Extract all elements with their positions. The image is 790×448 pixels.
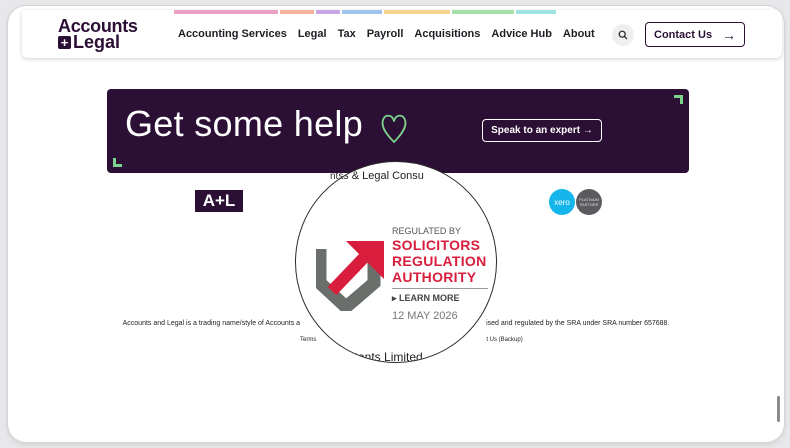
corner-accent-icon bbox=[113, 158, 122, 167]
banner-title: Get some help bbox=[125, 103, 364, 144]
sra-divider bbox=[392, 288, 488, 289]
contact-us-label: Contact Us bbox=[654, 28, 713, 41]
footer-link-backup[interactable]: t Us (Backup) bbox=[486, 337, 522, 343]
scrollbar[interactable] bbox=[777, 396, 780, 422]
nav-legal[interactable]: Legal bbox=[298, 28, 327, 40]
xero-logo: xero bbox=[549, 189, 575, 215]
corner-accent-icon bbox=[674, 95, 683, 104]
sra-badge[interactable]: nts & Legal Consu REGULATED BY SOLICITOR… bbox=[295, 161, 497, 363]
sra-learn-more-link[interactable]: ▸ LEARN MORE bbox=[392, 293, 460, 304]
logo-text-legal: Legal bbox=[73, 32, 121, 52]
nav-advice-hub[interactable]: Advice Hub bbox=[491, 28, 552, 40]
al-footer-logo[interactable]: A+L bbox=[195, 190, 243, 212]
sra-name: SOLICITORS REGULATION AUTHORITY bbox=[392, 237, 487, 285]
logo-plus-icon: + bbox=[58, 35, 71, 49]
nav-accounting-services[interactable]: Accounting Services bbox=[178, 28, 287, 40]
footer-link-terms[interactable]: Terms bbox=[300, 337, 316, 343]
heart-icon bbox=[381, 114, 407, 143]
arrow-right-icon: → bbox=[722, 26, 736, 43]
sra-badge-bottom-text: ltants Limited bbox=[352, 350, 423, 363]
partner-logos: xero PLATINUM PARTNER bbox=[549, 189, 602, 215]
platinum-partner-badge: PLATINUM PARTNER bbox=[576, 189, 602, 215]
header-color-strip bbox=[174, 10, 558, 14]
browser-window: Accounts + Legal Accounting Services Leg… bbox=[8, 6, 784, 442]
sra-regulated-by: REGULATED BY bbox=[392, 226, 461, 236]
search-icon bbox=[618, 30, 628, 40]
main-nav: Accounting Services Legal Tax Payroll Ac… bbox=[178, 28, 606, 40]
speak-to-expert-button[interactable]: Speak to an expert → bbox=[482, 119, 602, 142]
nav-about[interactable]: About bbox=[563, 28, 595, 40]
site-header: Accounts + Legal Accounting Services Leg… bbox=[22, 10, 782, 58]
sra-shield-icon bbox=[316, 240, 384, 311]
sra-date: 12 MAY 2026 bbox=[392, 310, 458, 322]
sra-badge-top-text: nts & Legal Consu bbox=[334, 170, 424, 182]
nav-payroll[interactable]: Payroll bbox=[367, 28, 404, 40]
nav-acquisitions[interactable]: Acquisitions bbox=[414, 28, 480, 40]
search-button[interactable] bbox=[612, 24, 634, 46]
nav-tax[interactable]: Tax bbox=[338, 28, 356, 40]
site-logo[interactable]: Accounts + Legal bbox=[58, 17, 138, 52]
contact-us-button[interactable]: Contact Us → bbox=[645, 22, 745, 47]
